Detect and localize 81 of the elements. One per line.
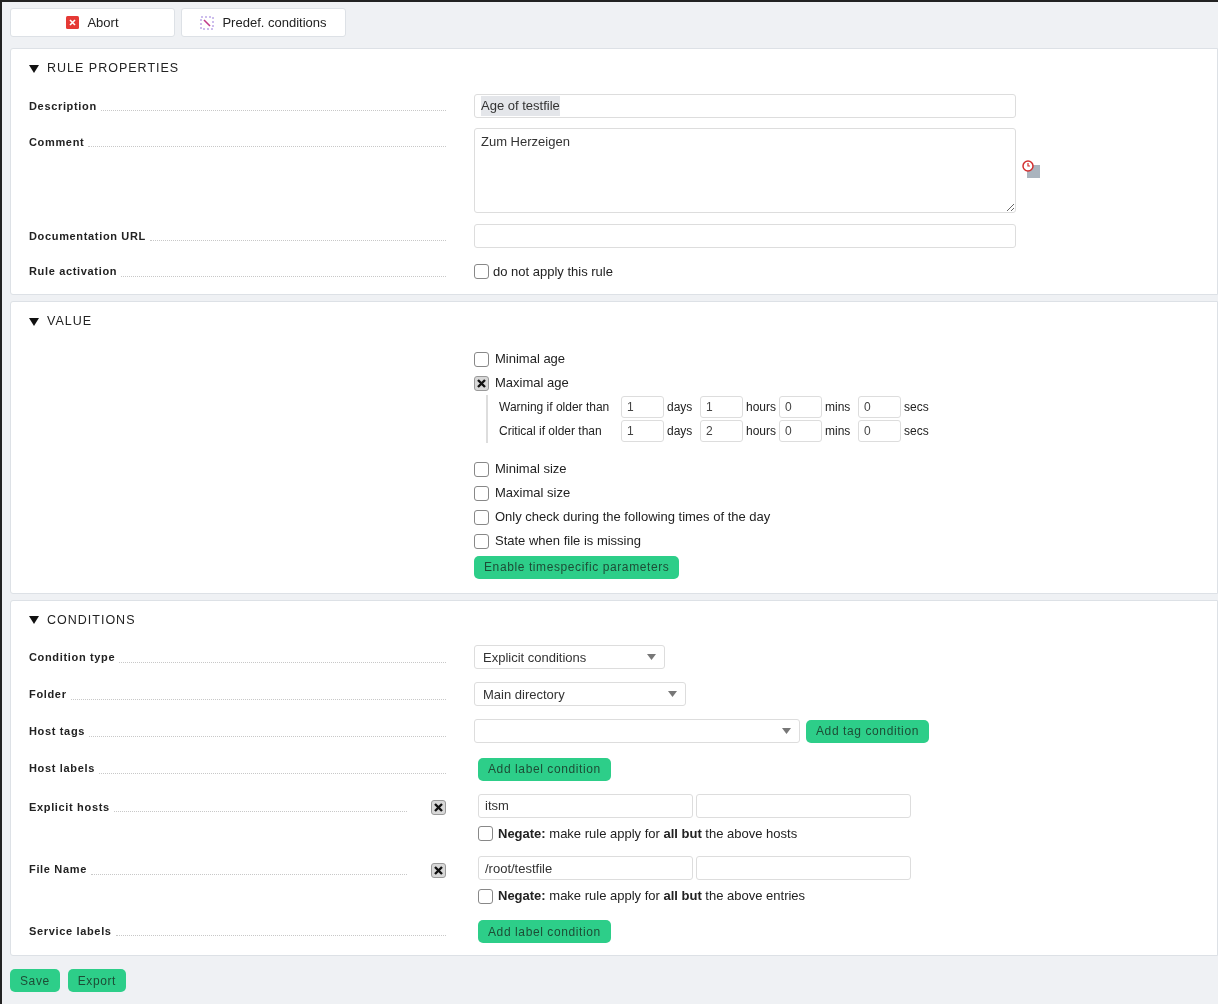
add-condition-button[interactable]: Add tag condition (806, 719, 929, 743)
add-condition-button[interactable]: Add label condition (478, 757, 611, 781)
unit-label: hours (745, 399, 778, 416)
caret-icon (647, 654, 656, 661)
unit-label: secs (903, 399, 930, 416)
section-title: CONDITIONS (47, 611, 136, 629)
field-label: File Name (29, 862, 87, 878)
field-label: Explicit hosts (29, 799, 110, 815)
input-field[interactable] (696, 793, 911, 818)
row-label: Critical if older than (499, 423, 603, 440)
checkbox-label: Minimal age (495, 350, 566, 369)
checkbox[interactable] (474, 509, 489, 525)
checkbox-label: State when file is missing (495, 532, 641, 551)
clock-icon[interactable] (1022, 159, 1041, 179)
input-field[interactable] (696, 856, 911, 881)
number-field[interactable]: 0 (858, 396, 901, 418)
cross-icon (434, 803, 443, 813)
checkbox[interactable] (474, 461, 489, 477)
checkbox-label: Maximal age (495, 374, 569, 393)
number-field[interactable]: 0 (779, 420, 822, 442)
unit-label: hours (745, 423, 778, 440)
number-field[interactable]: 0 (858, 420, 901, 442)
unit-label: secs (903, 423, 930, 440)
cross-icon (434, 865, 443, 875)
unit-label: days (666, 423, 694, 440)
field-label: Comment (29, 134, 85, 150)
section-title: RULE PROPERTIES (47, 60, 180, 77)
checkbox[interactable] (474, 485, 489, 501)
input-field[interactable]: itsm (478, 793, 693, 818)
enable-button[interactable]: Enable timespecific parameters (474, 555, 680, 579)
checkbox-label: do not apply this rule (493, 262, 613, 281)
checkbox[interactable] (474, 375, 489, 391)
cross-icon (477, 378, 486, 388)
number-field[interactable]: 2 (700, 420, 743, 442)
checkbox-label: Minimal size (495, 460, 567, 479)
number-field[interactable]: 1 (621, 420, 664, 442)
input-field[interactable]: /root/testfile (478, 856, 693, 881)
input-field[interactable] (474, 223, 1016, 248)
field-label: Rule activation (29, 264, 118, 280)
number-field[interactable]: 1 (700, 396, 743, 418)
triangle-icon[interactable] (29, 317, 39, 327)
checkbox-label: Only check during the following times of the day (495, 508, 771, 527)
checkbox-label: Maximal size (495, 484, 571, 503)
section-title: VALUE (47, 313, 93, 331)
field-label: Folder (29, 687, 67, 702)
selection-icon (200, 15, 215, 30)
field-label: Host tags (29, 724, 86, 739)
checkbox[interactable] (474, 351, 489, 367)
add-condition-button[interactable]: Add label condition (478, 920, 611, 944)
negate-label: Negate: make rule apply for all but the above entries (498, 887, 806, 906)
field-label: Condition type (29, 650, 116, 665)
negate-label: Negate: make rule apply for all but the above hosts (498, 824, 798, 843)
action-button[interactable]: Save (10, 969, 60, 993)
checkbox[interactable] (474, 264, 489, 279)
checkbox[interactable] (478, 826, 493, 841)
field-label: Documentation URL (29, 228, 146, 244)
input-field[interactable]: Age of testfile (474, 93, 1016, 118)
triangle-icon[interactable] (29, 615, 39, 625)
close-icon (66, 16, 80, 29)
unit-label: mins (824, 399, 852, 416)
triangle-icon[interactable] (29, 63, 39, 73)
checkbox[interactable] (478, 888, 493, 904)
row-label: Warning if older than (499, 399, 611, 416)
dropdown[interactable]: Main directory (474, 682, 686, 707)
action-button[interactable]: Export (67, 969, 127, 993)
checkbox[interactable] (431, 800, 446, 816)
number-field[interactable]: 1 (621, 396, 664, 418)
unit-label: mins (824, 423, 852, 440)
comment-textarea[interactable]: Zum Herzeigen (474, 127, 1016, 213)
dropdown[interactable]: Explicit conditions (474, 645, 665, 670)
toolbar-button[interactable]: Predef. conditions (181, 8, 346, 37)
checkbox[interactable] (431, 862, 446, 878)
unit-label: days (666, 399, 694, 416)
caret-icon (668, 691, 677, 698)
field-label: Description (29, 98, 97, 114)
caret-icon (782, 728, 791, 735)
field-label: Host labels (29, 761, 95, 777)
number-field[interactable]: 0 (779, 396, 822, 418)
field-label: Service labels (29, 923, 112, 939)
toolbar-button[interactable]: Abort (10, 8, 175, 37)
checkbox[interactable] (474, 533, 489, 549)
